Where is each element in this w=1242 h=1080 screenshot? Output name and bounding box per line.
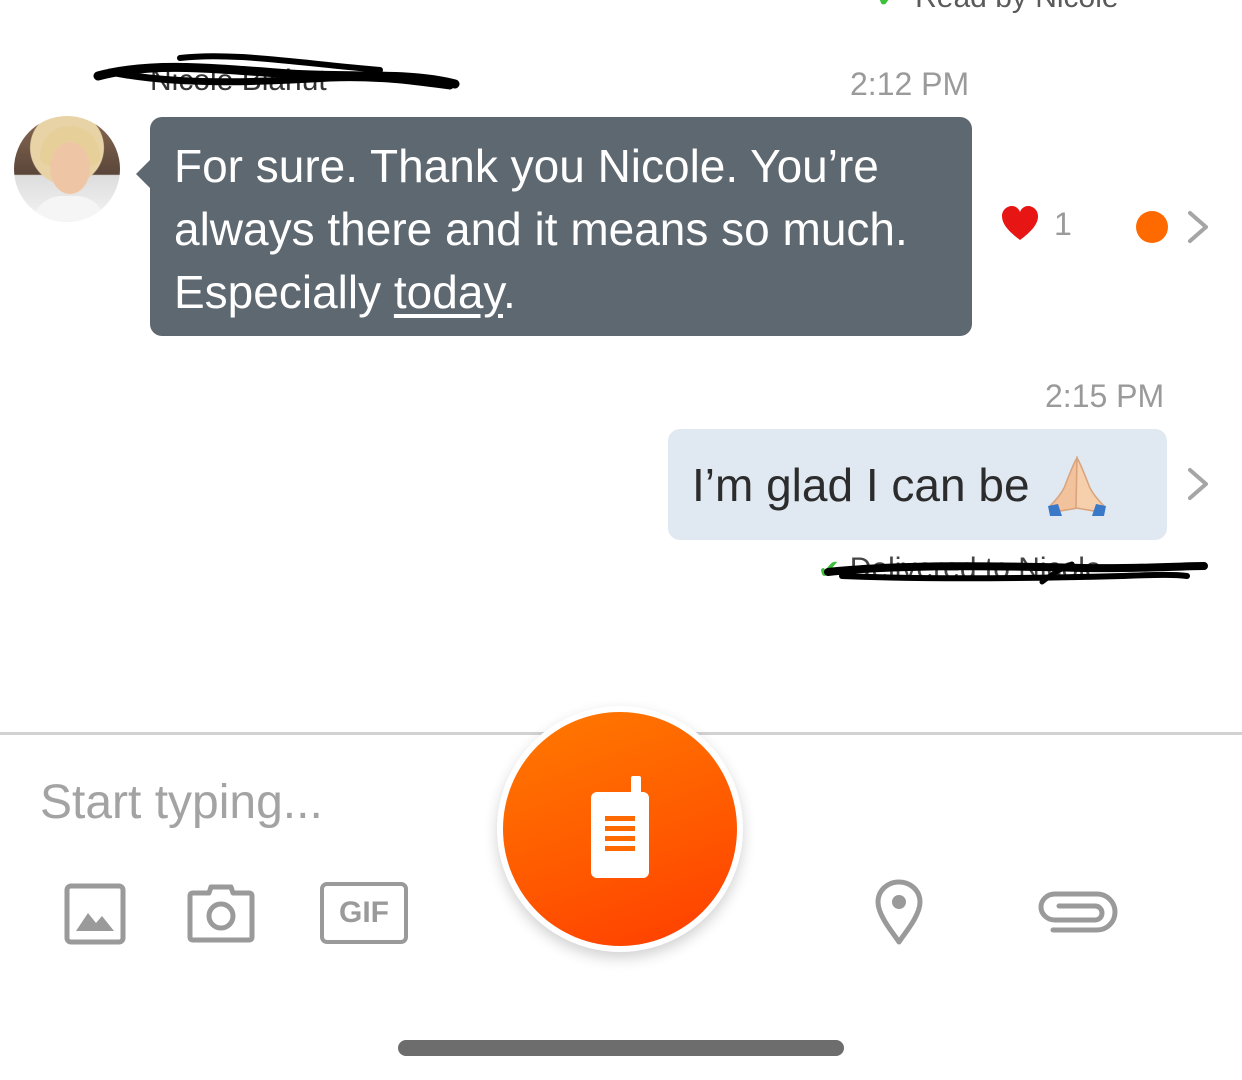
gif-button[interactable]: GIF <box>320 882 408 944</box>
sender-name: Nicole Blahut <box>150 64 327 97</box>
gif-label: GIF <box>339 896 389 929</box>
avatar-face <box>50 142 90 194</box>
heart-icon <box>1002 206 1038 240</box>
message-time: 2:15 PM <box>1045 378 1165 414</box>
camera-icon[interactable] <box>187 883 255 943</box>
push-to-talk-button[interactable] <box>497 706 743 952</box>
location-pin-icon[interactable] <box>874 878 924 946</box>
avatar-shirt <box>32 196 106 222</box>
outgoing-message-bubble[interactable]: I’m glad I can be <box>668 429 1167 540</box>
message-input[interactable] <box>40 770 480 834</box>
incoming-message-link[interactable]: today <box>394 266 503 318</box>
avatar[interactable] <box>14 116 120 222</box>
photo-icon[interactable] <box>64 883 126 945</box>
message-time: 2:12 PM <box>850 66 970 102</box>
reaction-count: 1 <box>1054 205 1072 242</box>
outgoing-message-text: I’m glad I can be <box>692 458 1030 511</box>
walkie-talkie-icon <box>591 776 649 878</box>
read-receipt: ✔ Read by Nicole <box>876 0 1119 18</box>
incoming-message-text: For sure. Thank you Nicole. You’re alway… <box>174 140 908 318</box>
incoming-message-text-end: . <box>503 266 516 318</box>
check-icon: ✔ <box>818 553 840 584</box>
paperclip-icon[interactable] <box>1033 886 1119 938</box>
chevron-right-icon[interactable] <box>1184 464 1212 504</box>
incoming-message-bubble[interactable]: For sure. Thank you Nicole. You’re alway… <box>136 117 972 336</box>
check-icon: ✔ <box>876 0 901 13</box>
reaction-heart[interactable]: 1 <box>1000 204 1072 244</box>
chevron-right-icon[interactable] <box>1184 207 1212 247</box>
unheard-indicator-dot <box>1136 211 1168 243</box>
home-indicator <box>398 1040 844 1056</box>
praying-hands-icon <box>1047 455 1106 516</box>
push-to-talk-button-fill <box>503 712 737 946</box>
delivered-receipt: ✔ Delivered to Nicole <box>818 552 1102 586</box>
read-receipt-text: Read by Nicole <box>915 0 1118 13</box>
delivered-text: Delivered to Nicole <box>849 552 1102 585</box>
